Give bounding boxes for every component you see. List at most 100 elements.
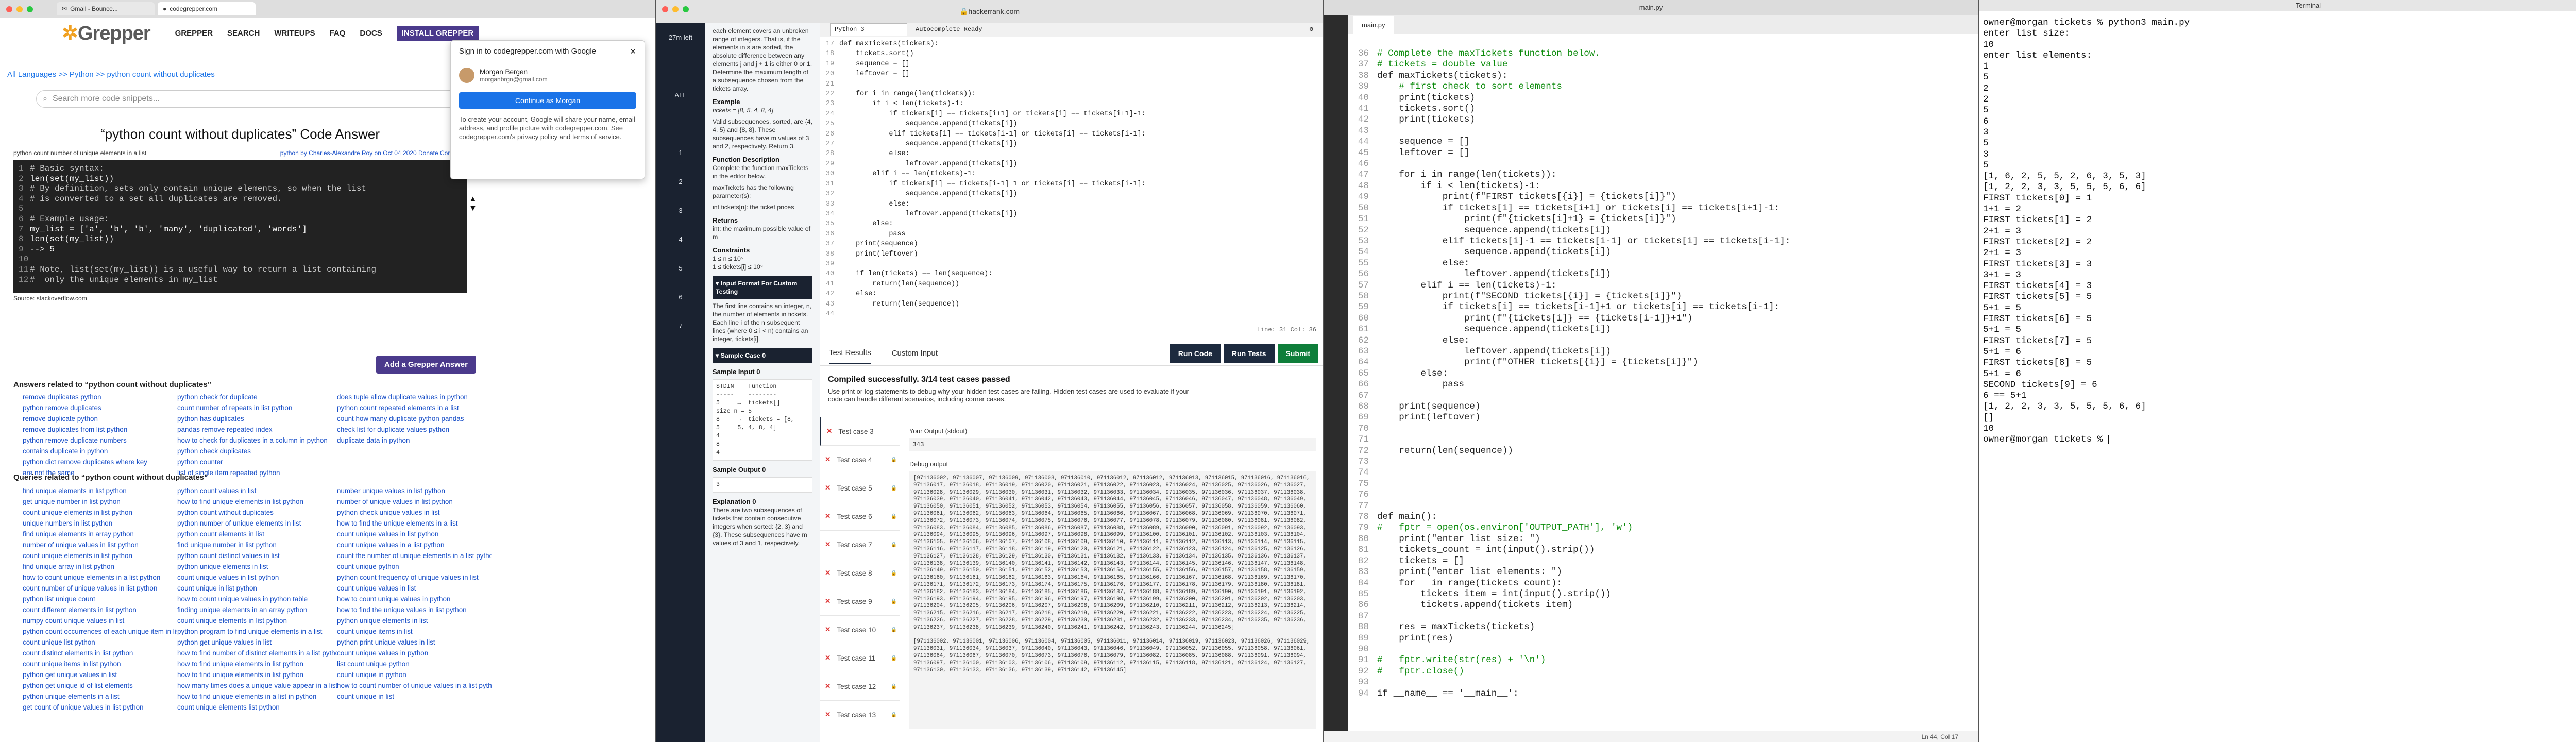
related-answer-link[interactable]: duplicate data in python — [337, 435, 492, 446]
related-query-link[interactable]: how to find the unique elements in a lis… — [337, 518, 492, 529]
question-nav-item[interactable]: 3 — [656, 196, 705, 225]
run-code-button[interactable]: Run Code — [1170, 344, 1221, 363]
related-query-link[interactable]: python unique elements in list — [177, 561, 337, 572]
related-query-link[interactable]: find unique number in list python — [177, 539, 337, 550]
related-answer-link[interactable]: python check duplicates — [177, 446, 337, 457]
related-answer-link[interactable]: python remove duplicates — [23, 402, 177, 413]
related-query-link[interactable]: count number of unique values in list py… — [23, 583, 177, 594]
input-format-toggle[interactable]: ▾ Input Format For Custom Testing — [713, 276, 812, 299]
question-nav-item[interactable]: ALL — [656, 80, 705, 109]
related-query-link[interactable]: count unique values in list python — [177, 572, 337, 583]
question-nav-item[interactable]: 5 — [656, 254, 705, 282]
related-query-link[interactable]: count unique items in list — [337, 626, 492, 637]
editor-code[interactable]: 36 # Complete the maxTickets function bel… — [1350, 48, 1791, 699]
related-answer-link[interactable]: contains duplicate in python — [23, 446, 177, 457]
minimize-window-icon[interactable] — [672, 6, 679, 12]
nav-faq[interactable]: FAQ — [330, 29, 346, 38]
related-query-link[interactable]: count unique in python — [337, 669, 492, 680]
maximize-window-icon[interactable] — [683, 6, 689, 12]
related-query-link[interactable]: how to find number of distinct elements … — [177, 648, 337, 659]
related-query-link[interactable]: count unique list python — [23, 637, 177, 648]
related-query-link[interactable]: python count distinct values in list — [177, 550, 337, 561]
related-query-link[interactable]: count different elements in list python — [23, 604, 177, 615]
upvote-icon[interactable]: ▲ — [469, 195, 481, 204]
test-case-item[interactable]: ✕ Test case 7 🔒 — [820, 531, 900, 559]
question-nav-item[interactable]: 4 — [656, 225, 705, 254]
test-case-item[interactable]: ✕ Test case 13 🔒 — [820, 701, 900, 729]
related-answer-link[interactable]: check list for duplicate values python — [337, 424, 492, 435]
related-query-link[interactable]: count unique in list — [337, 691, 492, 702]
related-query-link[interactable]: how to find the unique values in list py… — [337, 604, 492, 615]
code-block[interactable]: 1 # Basic syntax: 2 len(set(my_list)) 3 # By … — [13, 160, 467, 293]
related-query-link[interactable]: python count elements in list — [177, 529, 337, 539]
sample-case-toggle[interactable]: ▾ Sample Case 0 — [713, 348, 812, 363]
related-query-link[interactable]: find unique array in list python — [23, 561, 177, 572]
related-query-link[interactable]: python count values in list — [177, 485, 337, 496]
related-query-link[interactable]: python unique elements in list — [337, 615, 492, 626]
test-case-item[interactable]: ✕ Test case 10 🔒 — [820, 616, 900, 644]
related-query-link[interactable]: python program to find unique elements i… — [177, 626, 337, 637]
test-case-item[interactable]: ✕ Test case 3 — [820, 417, 900, 446]
editor-code[interactable]: 17 def maxTickets(tickets): 18 tickets.sor… — [820, 37, 1323, 319]
test-case-item[interactable]: ✕ Test case 8 🔒 — [820, 559, 900, 587]
close-window-icon[interactable] — [6, 6, 12, 12]
related-answer-link[interactable]: pandas remove repeated index — [177, 424, 337, 435]
run-tests-button[interactable]: Run Tests — [1223, 344, 1275, 363]
related-query-link[interactable]: find unique elements in array python — [23, 529, 177, 539]
related-query-link[interactable]: numpy count unique values in list — [23, 615, 177, 626]
related-query-link[interactable]: find unique elements in list python — [23, 485, 177, 496]
related-query-link[interactable]: python get unique id of list elements — [23, 680, 177, 691]
question-nav-item[interactable]: 27m left — [656, 23, 705, 52]
terminal-output[interactable]: owner@morgan tickets % python3 main.py en… — [1979, 11, 2576, 446]
related-query-link[interactable]: count unique values in a list python — [337, 539, 492, 550]
related-query-link[interactable]: count unique elements in list python — [177, 615, 337, 626]
install-grepper-button[interactable]: INSTALL GREPPER — [396, 26, 479, 41]
related-query-link[interactable]: python count frequency of unique values … — [337, 572, 492, 583]
question-nav-item[interactable] — [656, 109, 705, 138]
test-case-item[interactable]: ✕ Test case 4 🔒 — [820, 446, 900, 474]
test-case-item[interactable]: ✕ Test case 5 🔒 — [820, 474, 900, 502]
related-query-link[interactable]: how to find unique elements in a list in… — [177, 691, 337, 702]
code-search-input[interactable]: ⌕ Search more code snippets... — [36, 90, 479, 108]
related-query-link[interactable]: count unique values in python — [337, 648, 492, 659]
related-query-link[interactable]: how to find unique elements in list pyth… — [177, 659, 337, 669]
related-answer-link[interactable]: count how many duplicate python pandas — [337, 413, 492, 424]
browser-tab[interactable]: ✉ Gmail - Bounce... — [57, 2, 155, 15]
minimize-window-icon[interactable] — [16, 6, 23, 12]
related-answer-link[interactable]: how to check for duplicates in a column … — [177, 435, 337, 446]
related-query-link[interactable]: count unique elements list python — [177, 702, 337, 713]
downvote-icon[interactable]: ▼ — [469, 204, 481, 213]
related-answer-link[interactable]: python check for duplicate — [177, 392, 337, 402]
related-query-link[interactable]: how to find unique elements in list pyth… — [177, 669, 337, 680]
related-answer-link[interactable]: count number of repeats in list python — [177, 402, 337, 413]
related-query-link[interactable]: python print unique values in list — [337, 637, 492, 648]
test-case-item[interactable]: ✕ Test case 6 🔒 — [820, 502, 900, 531]
question-nav-item[interactable]: 6 — [656, 282, 705, 311]
answer-source[interactable]: Source: stackoverflow.com — [13, 295, 467, 302]
related-query-link[interactable]: unique numbers in list python — [23, 518, 177, 529]
related-query-link[interactable]: number of unique values in list python — [23, 539, 177, 550]
maximize-window-icon[interactable] — [27, 6, 33, 12]
related-query-link[interactable]: python check unique values in list — [337, 507, 492, 518]
related-query-link[interactable]: count the number of unique elements in a… — [337, 550, 492, 561]
related-query-link[interactable]: python count occurrences of each unique … — [23, 626, 177, 637]
nav-search[interactable]: SEARCH — [227, 29, 260, 38]
tab-custom-input[interactable]: Custom Input — [892, 349, 938, 358]
related-query-link[interactable]: list count unique python — [337, 659, 492, 669]
question-nav-item[interactable]: 7 — [656, 311, 705, 340]
related-query-link[interactable]: get count of unique values in list pytho… — [23, 702, 177, 713]
nav-docs[interactable]: DOCS — [360, 29, 382, 38]
account-row[interactable]: Morgan Bergen morganbrgn@gmail.com — [459, 68, 636, 83]
related-query-link[interactable]: number of unique values in list python — [337, 496, 492, 507]
vote-arrows[interactable]: ▲ ▼ — [469, 195, 481, 213]
question-nav-item[interactable]: 1 — [656, 138, 705, 167]
address-bar[interactable]: 🔒 hackerrank.com — [656, 0, 1323, 23]
related-query-link[interactable]: how to find unique elements in list pyth… — [177, 496, 337, 507]
submit-button[interactable]: Submit — [1277, 344, 1318, 363]
related-query-link[interactable]: count unique elements in list python — [23, 550, 177, 561]
related-query-link[interactable]: how to count number of unique values in … — [337, 680, 492, 691]
related-query-link[interactable]: count unique values in list python — [337, 529, 492, 539]
related-answer-link[interactable]: remove duplicates python — [23, 392, 177, 402]
related-query-link[interactable]: python list unique count — [23, 594, 177, 604]
code-editor[interactable]: Python 3 Autocomplete Ready ⚙ 17 def maxT… — [820, 23, 1323, 338]
